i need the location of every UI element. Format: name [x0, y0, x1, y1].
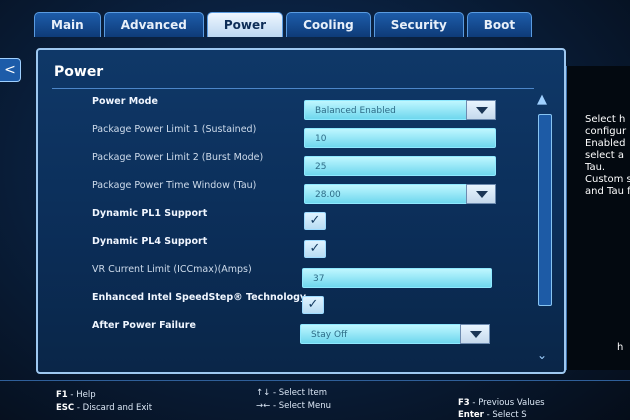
title-divider: [52, 88, 534, 89]
tab-cooling[interactable]: Cooling: [286, 12, 371, 37]
scroll-up-icon[interactable]: ▲: [537, 92, 547, 107]
tab-security[interactable]: Security: [373, 12, 464, 37]
vr-current-label: VR Current Limit (ICCmax)(Amps): [92, 264, 252, 275]
pl2-input[interactable]: 25: [304, 156, 496, 176]
footer-select-item: ↑↓ - Select Item: [256, 388, 327, 398]
help-panel: Select h configur Enabled select a Tau. …: [566, 66, 630, 370]
footer-divider: [0, 380, 630, 381]
vr-current-input[interactable]: 37: [302, 268, 492, 288]
page-title: Power: [54, 64, 104, 80]
pl1-label: Package Power Limit 1 (Sustained): [92, 124, 257, 135]
power-settings-panel: Power Power Mode Balanced Enabled Packag…: [36, 48, 566, 374]
footer-previous-values: F3 - Previous Values: [458, 398, 545, 408]
footer-select-setting: Enter - Select S: [458, 410, 527, 420]
dyn-pl4-label: Dynamic PL4 Support: [92, 236, 208, 247]
power-mode-value: Balanced Enabled: [315, 106, 396, 116]
speedstep-checkbox[interactable]: ✓: [302, 296, 324, 314]
tau-label: Package Power Time Window (Tau): [92, 180, 257, 191]
after-power-dropdown[interactable]: Stay Off: [300, 324, 490, 344]
tab-advanced[interactable]: Advanced: [103, 12, 204, 37]
dyn-pl1-label: Dynamic PL1 Support: [92, 208, 208, 219]
back-button[interactable]: <: [0, 58, 21, 82]
dyn-pl1-checkbox[interactable]: ✓: [304, 212, 326, 230]
tab-boot[interactable]: Boot: [466, 12, 533, 37]
chevron-down-icon[interactable]: [460, 324, 490, 344]
after-power-value: Stay Off: [311, 330, 348, 340]
footer-help: F1 - Help: [56, 390, 96, 400]
tau-dropdown[interactable]: 28.00: [304, 184, 496, 204]
pl2-label: Package Power Limit 2 (Burst Mode): [92, 152, 264, 163]
power-mode-label: Power Mode: [92, 96, 158, 107]
speedstep-label: Enhanced Intel SpeedStep® Technology: [92, 292, 307, 303]
footer-select-menu: →← - Select Menu: [256, 401, 331, 411]
scroll-down-icon[interactable]: ⌄: [537, 348, 547, 362]
pl1-input[interactable]: 10: [304, 128, 496, 148]
bios-screen: Main Advanced Power Cooling Security Boo…: [0, 0, 630, 420]
tab-power[interactable]: Power: [206, 12, 284, 37]
tau-value: 28.00: [315, 190, 341, 200]
scrollbar[interactable]: [538, 114, 552, 306]
menu-tabs: Main Advanced Power Cooling Security Boo…: [34, 12, 535, 37]
dyn-pl4-checkbox[interactable]: ✓: [304, 240, 326, 258]
power-mode-dropdown[interactable]: Balanced Enabled: [304, 100, 496, 120]
after-power-label: After Power Failure: [92, 320, 196, 331]
help-bottom-text: h: [617, 342, 624, 353]
tab-main[interactable]: Main: [34, 12, 101, 37]
chevron-down-icon[interactable]: [466, 184, 496, 204]
footer-discard: ESC - Discard and Exit: [56, 403, 153, 413]
help-text: Select h configur Enabled select a Tau. …: [585, 114, 630, 197]
chevron-down-icon[interactable]: [466, 100, 496, 120]
